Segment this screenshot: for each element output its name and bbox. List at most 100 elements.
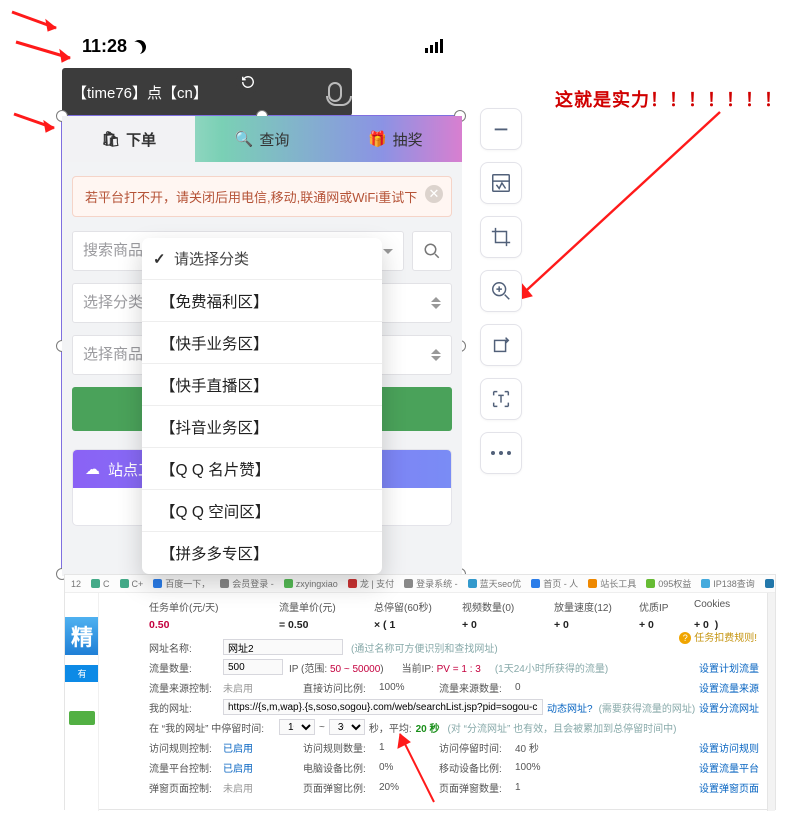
browser-tab[interactable]: 站长工具: [588, 577, 636, 590]
traffic-count-input[interactable]: [223, 659, 283, 675]
tab-label: 095权益: [658, 577, 691, 590]
field-platform: 流量平台控制: 已启用 电脑设备比例: 0% 移动设备比例: 100% 设置流量…: [149, 758, 757, 776]
more-button[interactable]: [480, 432, 522, 474]
browser-tab[interactable]: IP138查询: [701, 577, 755, 590]
tab-query[interactable]: 🔍 查询: [195, 116, 328, 162]
dropdown-item[interactable]: 【快手业务区】: [142, 322, 382, 364]
tab-order[interactable]: 🛍 下单: [62, 116, 195, 162]
browser-tab[interactable]: zxyingxiao: [284, 579, 338, 589]
placeholder: 选择分类: [83, 283, 143, 323]
site-name-input[interactable]: [223, 639, 343, 655]
tab-lottery[interactable]: 🎁 抽奖: [329, 116, 462, 162]
alert-text: 若平台打不开，请关闭后用电信,移动,联通网或WiFi重试下: [85, 190, 417, 205]
field-popup: 弹窗页面控制: 未启用 页面弹窗比例: 20% 页面弹窗数量: 1 设置弹窗页面: [149, 778, 757, 796]
dropdown-item[interactable]: 【拼多多专区】: [142, 532, 382, 574]
editor-toolbar: −: [480, 108, 528, 486]
dynamic-link[interactable]: 动态网址?: [547, 700, 593, 715]
item-label: 【免费福利区】: [160, 290, 269, 312]
browser-tab[interactable]: 域名|域名: [765, 577, 775, 590]
myurl-input[interactable]: [223, 699, 543, 715]
dropdown-item[interactable]: 【Q Q 空间区】: [142, 490, 382, 532]
address-text: 【time76】点【cn】: [72, 82, 328, 103]
tab-label: 下单: [126, 129, 156, 150]
browser-tab[interactable]: 登录系统 -: [404, 577, 458, 590]
field-my-url: 我的网址: 动态网址? (需要获得流量的网址) 设置分流网址: [149, 698, 757, 716]
search-button[interactable]: [412, 231, 452, 271]
val: 0.50: [149, 619, 279, 631]
tab-label: 首页 - 人: [543, 577, 578, 590]
val: 已启用: [223, 740, 303, 755]
browser-tab[interactable]: 龙 | 支付: [348, 577, 394, 590]
tab-label: 12: [71, 579, 81, 589]
col-header: 放量速度(12): [554, 599, 639, 614]
placeholder: 搜索商品: [83, 231, 143, 271]
label: 网址名称:: [149, 640, 223, 655]
plan-link[interactable]: 设置计划流量: [699, 660, 759, 675]
item-label: 【快手直播区】: [160, 374, 269, 396]
browser-tab[interactable]: C+: [120, 579, 144, 589]
stay-max-select[interactable]: 30: [329, 719, 365, 735]
field-source-ctrl: 流量来源控制: 未启用 直接访问比例: 100% 流量来源数量: 0 设置流量来…: [149, 678, 757, 696]
label: 在 “我的网址” 中停留时间:: [149, 720, 279, 735]
item-label: 【Q Q 名片赞】: [160, 458, 270, 480]
tab-label: 龙 | 支付: [360, 577, 394, 590]
browser-tabstrip[interactable]: 12 C C+ 百度一下， 会员登录 - zxyingxiao 龙 | 支付 登…: [65, 575, 775, 593]
item-label: 【拼多多专区】: [160, 542, 269, 564]
col-header: 任务单价(元/天): [149, 599, 279, 614]
buy-pill[interactable]: [69, 711, 95, 725]
selection-frame[interactable]: 🛍 下单 🔍 查询 🎁 抽奖 若平台打不开，请关闭后用电信,移动,联通网或WiF…: [61, 115, 461, 575]
val: 100%: [515, 762, 541, 773]
platform-link[interactable]: 设置流量平台: [699, 760, 759, 775]
address-bar[interactable]: 【time76】点【cn】: [62, 68, 352, 116]
logo: 精: [65, 617, 99, 655]
tab-label: IP138查询: [713, 577, 755, 590]
category-dropdown: 请选择分类 【免费福利区】 【快手业务区】 【快手直播区】 【抖音业务区】 【Q…: [142, 238, 382, 574]
col-header: 总停留(60秒): [374, 599, 462, 614]
zoom-in-button[interactable]: [480, 270, 522, 312]
zoom-out-button[interactable]: −: [480, 108, 522, 150]
browser-tab[interactable]: 蓝天seo优: [468, 577, 522, 590]
browser-tab[interactable]: 首页 - 人: [531, 577, 578, 590]
val: 未启用: [223, 780, 303, 795]
tip: (1天24小时所获得的流量): [495, 660, 608, 675]
dropdown-item[interactable]: 【抖音业务区】: [142, 406, 382, 448]
source-link[interactable]: 设置流量来源: [699, 680, 759, 695]
mic-icon[interactable]: [328, 82, 342, 102]
browser-tab[interactable]: 095权益: [646, 577, 691, 590]
visit-link[interactable]: 设置访问规则: [699, 740, 759, 755]
dropdown-header[interactable]: 请选择分类: [142, 238, 382, 280]
tip: (通过名称可方便识别和查找网址): [351, 640, 498, 655]
label: 访问停留时间:: [439, 740, 515, 755]
popup-link[interactable]: 设置弹窗页面: [699, 780, 759, 795]
tip: (需要获得流量的网址): [599, 700, 696, 715]
dropdown-item[interactable]: 【快手直播区】: [142, 364, 382, 406]
field-visit-rule: 访问规则控制: 已启用 访问规则数量: 1 访问停留时间: 40 秒 设置访问规…: [149, 738, 757, 756]
tab-label: C+: [132, 579, 144, 589]
sidebar-text[interactable]: 有: [65, 665, 99, 682]
rotate-button[interactable]: [480, 324, 522, 366]
label: 流量数量:: [149, 660, 223, 675]
label: 页面弹窗数量:: [439, 780, 515, 795]
status-bar: 11:28: [70, 32, 455, 60]
dropdown-item[interactable]: 【Q Q 名片赞】: [142, 448, 382, 490]
browser-tab[interactable]: 百度一下，: [153, 577, 210, 590]
dropdown-item[interactable]: 【免费福利区】: [142, 280, 382, 322]
col-header: 优质IP: [639, 599, 694, 614]
browser-tab[interactable]: 12: [71, 579, 81, 589]
browser-tab[interactable]: C: [91, 579, 110, 589]
label: 访问规则控制:: [149, 740, 223, 755]
browser-tab[interactable]: 会员登录 -: [220, 577, 274, 590]
col-header: 视频数量(0): [462, 599, 554, 614]
scrollbar[interactable]: [767, 593, 775, 811]
annotate-button[interactable]: [480, 162, 522, 204]
shunt-link[interactable]: 设置分流网址: [699, 700, 759, 715]
extract-text-button[interactable]: [480, 378, 522, 420]
label: 移动设备比例:: [439, 760, 515, 775]
placeholder: 选择商品: [83, 335, 143, 375]
crop-button[interactable]: [480, 216, 522, 258]
stay-min-select[interactable]: 10: [279, 719, 315, 735]
reload-button[interactable]: [236, 70, 260, 94]
help-link[interactable]: 任务扣费规则!: [679, 629, 757, 644]
val: 已启用: [223, 760, 303, 775]
alert-close-icon[interactable]: ✕: [425, 185, 443, 203]
